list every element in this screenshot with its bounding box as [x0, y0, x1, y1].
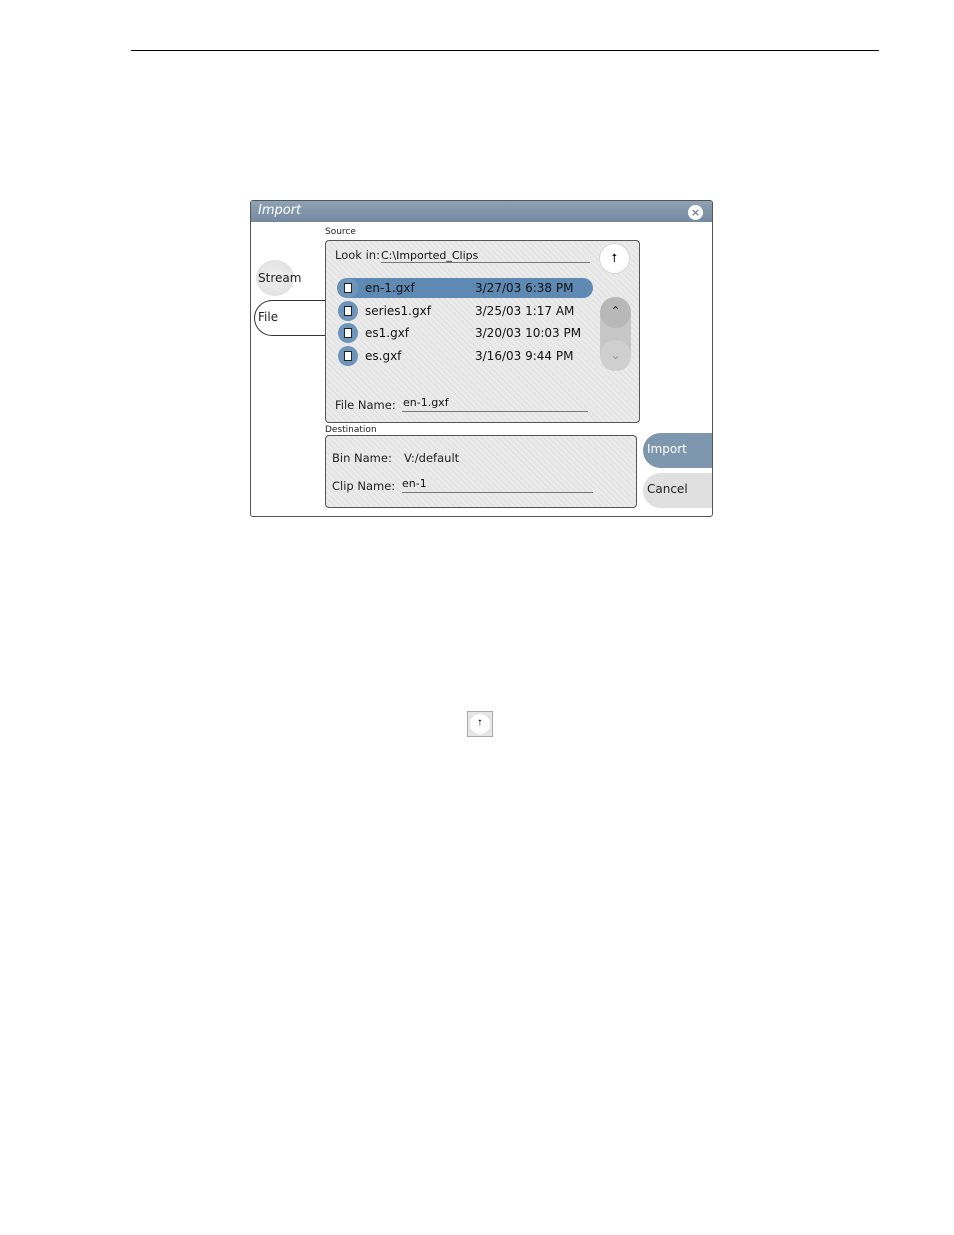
file-row-en-1[interactable]: . en-1.gxf 3/27/03 6:38 PM	[337, 278, 593, 298]
up-folder-icon: ⭡	[467, 711, 493, 737]
destination-panel: Bin Name: V:/default Clip Name: en-1	[325, 435, 637, 508]
file-date: 3/20/03 10:03 PM	[475, 326, 582, 340]
file-name: es1.gxf	[365, 326, 410, 340]
bin-name-value: V:/default	[404, 451, 460, 465]
file-date: 3/27/03 6:38 PM	[475, 281, 574, 295]
file-name-label: File Name:	[335, 398, 396, 412]
scroll-up-button[interactable]: ⌃	[600, 297, 631, 328]
clip-name-underline	[402, 492, 593, 493]
clip-name-label: Clip Name:	[332, 479, 396, 493]
file-icon: .	[338, 346, 358, 366]
bin-name-label: Bin Name:	[332, 451, 392, 465]
up-arrow-icon: ⭡	[611, 251, 618, 265]
chevron-up-icon: ⌃	[610, 304, 621, 318]
file-date: 3/25/03 1:17 AM	[475, 304, 575, 318]
up-folder-icon-glyph: ⭡	[470, 714, 490, 734]
file-name: series1.gxf	[365, 304, 431, 318]
tab-file[interactable]: File	[254, 300, 327, 336]
file-icon: .	[338, 301, 358, 321]
file-row-series1[interactable]: . series1.gxf 3/25/03 1:17 AM	[337, 301, 593, 321]
source-group-label: Source	[325, 227, 356, 237]
file-name: es.gxf	[365, 349, 402, 363]
tab-file-label: File	[258, 310, 279, 324]
look-in-underline	[381, 262, 590, 263]
import-dialog: Import × Stream File Source Look in: C:\…	[250, 200, 713, 517]
tab-stream-label: Stream	[258, 271, 302, 285]
source-panel: Look in: C:\Imported_Clips ⭡ . en-1.gxf …	[325, 240, 640, 423]
import-button[interactable]: Import	[643, 433, 712, 468]
up-folder-button[interactable]: ⭡	[600, 244, 629, 273]
file-row-es1[interactable]: . es1.gxf 3/20/03 10:03 PM	[337, 323, 593, 343]
close-icon[interactable]: ×	[688, 205, 703, 220]
file-row-es[interactable]: . es.gxf 3/16/03 9:44 PM	[337, 346, 593, 366]
file-name: en-1.gxf	[365, 281, 415, 295]
cancel-button-label: Cancel	[647, 482, 688, 496]
cancel-button[interactable]: Cancel	[643, 473, 712, 508]
look-in-value[interactable]: C:\Imported_Clips	[381, 249, 478, 262]
tab-stream[interactable]: Stream	[251, 259, 302, 297]
page-header-rule	[131, 50, 879, 51]
chevron-down-icon: ⌄	[610, 348, 621, 362]
clip-name-field[interactable]: en-1	[402, 477, 427, 490]
file-name-underline	[402, 411, 588, 412]
look-in-label: Look in:	[335, 248, 380, 262]
scroll-down-button[interactable]: ⌄	[600, 340, 631, 371]
file-icon: .	[338, 278, 358, 298]
file-name-field[interactable]: en-1.gxf	[403, 396, 449, 409]
title-bar: Import ×	[251, 201, 712, 222]
destination-group-label: Destination	[325, 425, 377, 435]
list-scroller: ⌃ ⌄	[600, 297, 631, 371]
file-icon: .	[338, 323, 358, 343]
import-button-label: Import	[647, 442, 687, 456]
file-date: 3/16/03 9:44 PM	[475, 349, 574, 363]
dialog-title: Import	[258, 203, 302, 218]
